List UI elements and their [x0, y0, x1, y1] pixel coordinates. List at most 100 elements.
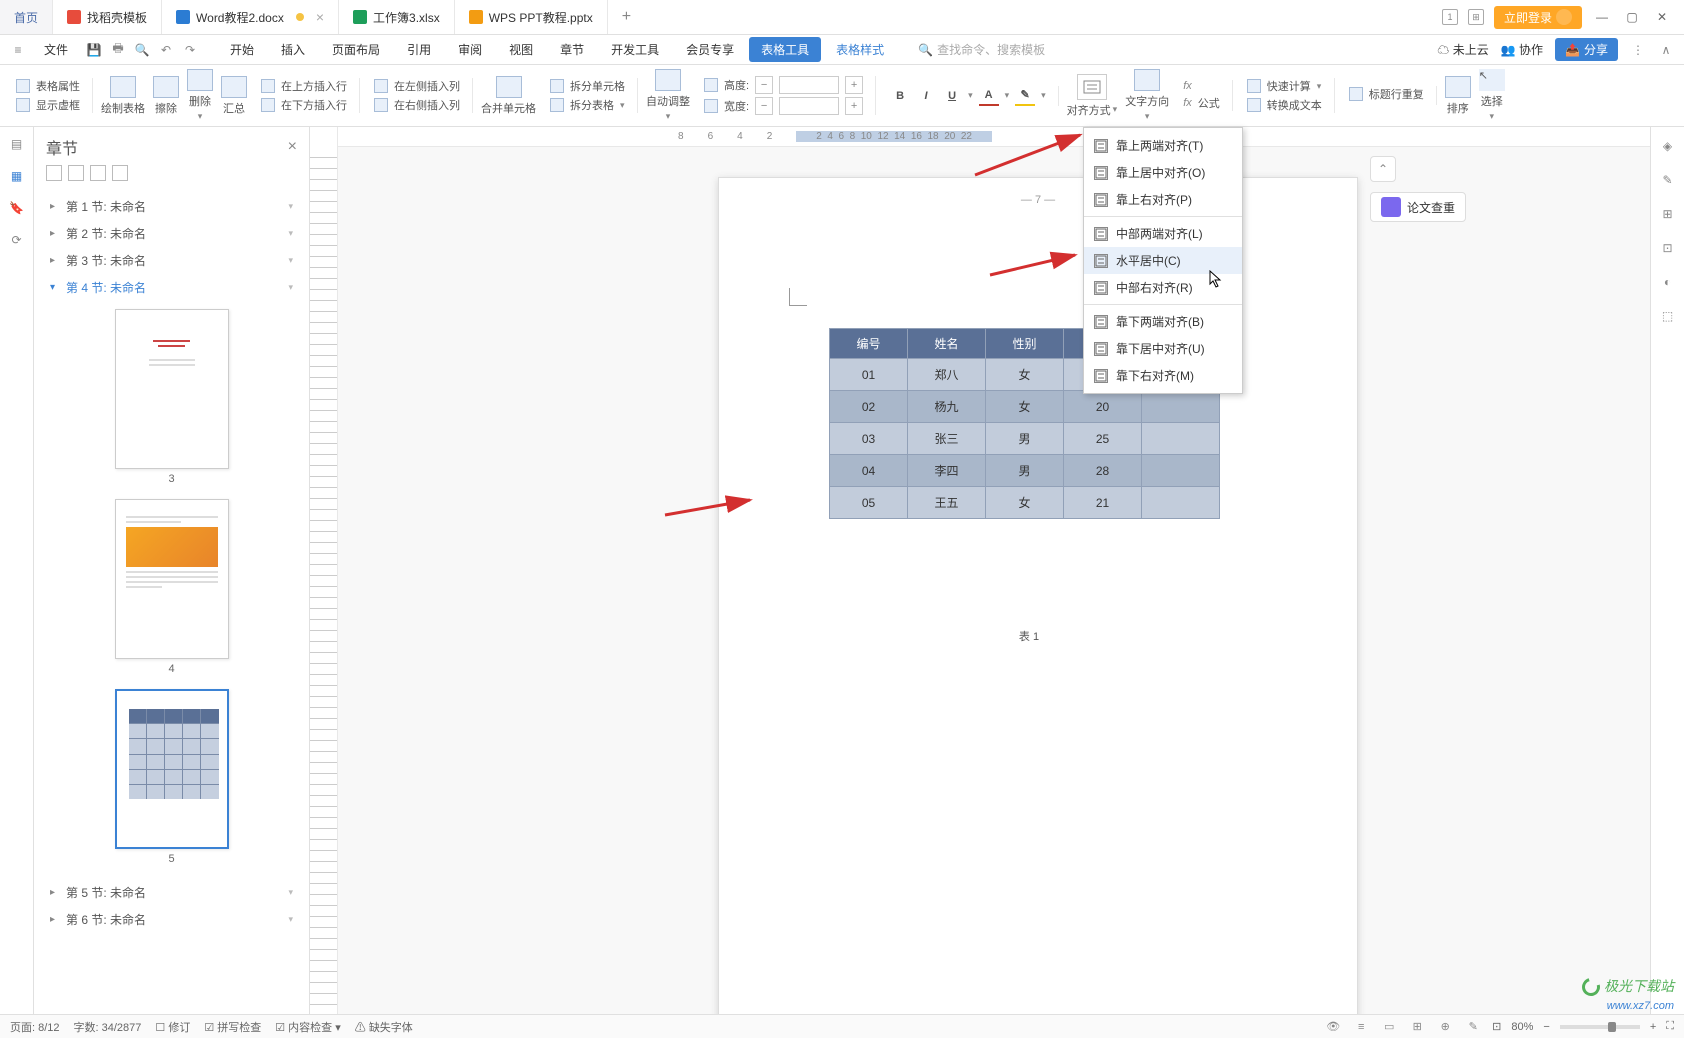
height-plus[interactable]: +	[845, 76, 863, 94]
height-input[interactable]	[779, 76, 839, 94]
menu-review[interactable]: 审阅	[446, 37, 494, 62]
align-option[interactable]: 中部两端对齐(L)	[1084, 220, 1242, 247]
font-color-button[interactable]: A	[979, 86, 999, 106]
maximize-button[interactable]: ▢	[1622, 7, 1642, 27]
status-font[interactable]: ⚠ 缺失字体	[355, 1019, 413, 1035]
view-mode-3[interactable]: ⊞	[1408, 1018, 1426, 1036]
print-icon[interactable]: 🖶	[110, 42, 126, 58]
file-menu[interactable]: 文件	[34, 39, 78, 60]
zoom-slider[interactable]	[1560, 1025, 1640, 1029]
autofit[interactable]: 自动调整▾	[646, 69, 690, 122]
summary[interactable]: 汇总	[221, 76, 247, 116]
undo-icon[interactable]: ↶	[158, 42, 174, 58]
menu-section[interactable]: 章节	[548, 37, 596, 62]
tab-template[interactable]: 找稻壳模板	[53, 0, 162, 34]
share-button[interactable]: 📤 分享	[1555, 38, 1618, 61]
float-collapse[interactable]: ⌃	[1370, 156, 1396, 182]
tool-icon-6[interactable]: ⬚	[1659, 307, 1677, 325]
status-content[interactable]: ☑ 内容检查 ▾	[275, 1019, 341, 1035]
sb-tool-4[interactable]	[112, 165, 128, 181]
tab-xlsx[interactable]: 工作簿3.xlsx	[339, 0, 455, 34]
thumb-4[interactable]: 4	[42, 499, 301, 675]
align-button[interactable]: 对齐方式▾	[1067, 74, 1118, 118]
show-gridlines[interactable]: 显示虚框	[16, 97, 80, 113]
eraser[interactable]: 擦除	[153, 76, 179, 116]
section-2[interactable]: ▸第 2 节: 未命名▾	[42, 220, 301, 247]
align-option[interactable]: 靠上两端对齐(T)	[1084, 132, 1242, 159]
close-icon[interactable]: ×	[316, 9, 324, 25]
tool-icon-4[interactable]: ⊡	[1659, 239, 1677, 257]
align-option[interactable]: 靠上右对齐(P)	[1084, 186, 1242, 213]
menu-start[interactable]: 开始	[218, 37, 266, 62]
view-mode-2[interactable]: ▭	[1380, 1018, 1398, 1036]
zoom-value[interactable]: 80%	[1511, 1021, 1533, 1033]
view-eye-icon[interactable]: 👁	[1324, 1018, 1342, 1036]
section-6[interactable]: ▸第 6 节: 未命名▾	[42, 906, 301, 933]
collapse-icon[interactable]: ∧	[1658, 42, 1674, 58]
insert-col-left[interactable]: 在左侧插入列	[374, 78, 460, 94]
menu-icon[interactable]: ≡	[10, 42, 26, 58]
section-5[interactable]: ▸第 5 节: 未命名▾	[42, 879, 301, 906]
redo-icon[interactable]: ↷	[182, 42, 198, 58]
section-3[interactable]: ▸第 3 节: 未命名▾	[42, 247, 301, 274]
text-direction[interactable]: 文字方向▾	[1125, 69, 1169, 122]
italic-button[interactable]: I	[916, 86, 936, 106]
tool-icon-3[interactable]: ⊞	[1659, 205, 1677, 223]
table-props[interactable]: 表格属性	[16, 78, 80, 94]
align-option[interactable]: 靠上居中对齐(O)	[1084, 159, 1242, 186]
zoom-in[interactable]: +	[1650, 1021, 1656, 1033]
thesis-check-button[interactable]: 论文查重	[1370, 192, 1466, 222]
insert-row-below[interactable]: 在下方插入行	[261, 97, 347, 113]
align-option[interactable]: 靠下居中对齐(U)	[1084, 335, 1242, 362]
coop-button[interactable]: 👥 协作	[1501, 41, 1543, 58]
menu-table-style[interactable]: 表格样式	[824, 37, 896, 62]
page[interactable]: — 7 — 编号姓名性别年龄举例内容 01郑八女20 02杨九女20 03张三男…	[718, 177, 1358, 1014]
menu-dev[interactable]: 开发工具	[599, 37, 671, 62]
add-tab-button[interactable]: +	[608, 0, 645, 34]
split-table[interactable]: 拆分表格▾	[550, 97, 625, 113]
sb-tool-1[interactable]	[46, 165, 62, 181]
tab-word-doc[interactable]: Word教程2.docx×	[162, 0, 339, 34]
split-cell[interactable]: 拆分单元格	[550, 78, 625, 94]
width-plus[interactable]: +	[845, 97, 863, 115]
tab-ppt[interactable]: WPS PPT教程.pptx	[455, 0, 608, 34]
sort-button[interactable]: 排序	[1445, 76, 1471, 116]
login-button[interactable]: 立即登录	[1494, 6, 1582, 29]
view-note-icon[interactable]: ✎	[1464, 1018, 1482, 1036]
sb-tool-3[interactable]	[90, 165, 106, 181]
align-option[interactable]: 靠下两端对齐(B)	[1084, 308, 1242, 335]
save-icon[interactable]: 💾	[86, 42, 102, 58]
align-option[interactable]: 靠下右对齐(M)	[1084, 362, 1242, 389]
tool-icon-2[interactable]: ✎	[1659, 171, 1677, 189]
quick-calc[interactable]: 快速计算▾	[1247, 78, 1322, 94]
sb-tool-2[interactable]	[68, 165, 84, 181]
tool-icon-1[interactable]: ◈	[1659, 137, 1677, 155]
underline-button[interactable]: U	[942, 86, 962, 106]
menu-reference[interactable]: 引用	[395, 37, 443, 62]
sidebar-close[interactable]: ×	[288, 138, 297, 156]
menu-member[interactable]: 会员专享	[674, 37, 746, 62]
header-repeat[interactable]: 标题行重复	[1349, 86, 1424, 102]
vertical-ruler[interactable]	[310, 127, 338, 1014]
convert-text[interactable]: 转换成文本	[1247, 97, 1322, 113]
thumb-3[interactable]: 3	[42, 309, 301, 485]
highlight-button[interactable]: ✎	[1015, 86, 1035, 106]
height-minus[interactable]: −	[755, 76, 773, 94]
section-1[interactable]: ▸第 1 节: 未命名▾	[42, 193, 301, 220]
draw-table[interactable]: 绘制表格	[101, 76, 145, 116]
menu-insert[interactable]: 插入	[269, 37, 317, 62]
width-minus[interactable]: −	[755, 97, 773, 115]
thumbnail-icon[interactable]: ▦	[8, 167, 26, 185]
view-web-icon[interactable]: ⊕	[1436, 1018, 1454, 1036]
status-track[interactable]: ☐ 修订	[155, 1019, 190, 1035]
menu-view[interactable]: 视图	[497, 37, 545, 62]
tab-home[interactable]: 首页	[0, 0, 53, 34]
select-button[interactable]: ↖选择▾	[1479, 69, 1505, 122]
menu-layout[interactable]: 页面布局	[320, 37, 392, 62]
fullscreen-icon[interactable]: ⛶	[1666, 1020, 1674, 1033]
preview-icon[interactable]: 🔍	[134, 42, 150, 58]
insert-col-right[interactable]: 在右侧插入列	[374, 97, 460, 113]
outline-icon[interactable]: ▤	[8, 135, 26, 153]
merge-cells[interactable]: 合并单元格	[481, 76, 536, 116]
delete[interactable]: 删除▾	[187, 69, 213, 122]
